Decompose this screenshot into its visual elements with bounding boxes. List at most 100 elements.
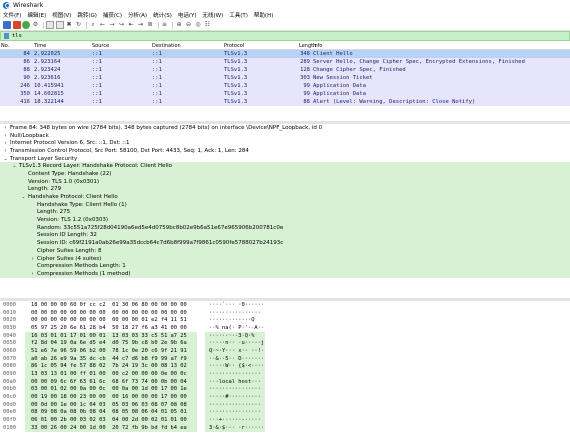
detail-tree-item[interactable]: Content Type: Handshake (22) (0, 170, 570, 178)
packet-row[interactable]: 88 2.923424::1::1 TLSv1.3 128 Change Cipher … (0, 66, 570, 74)
bytes-hex[interactable]: 00 00 09 6c 6f 63 61 6c 68 6f 73 74 00 0… (25, 377, 197, 386)
packet-row[interactable]: 350 14.602815::1::1 TLSv1.3 99 Application D… (0, 90, 570, 98)
bytes-ascii[interactable]: ·····#·········· (205, 393, 265, 401)
bytes-ascii[interactable]: ···+······-····· (205, 416, 265, 424)
packet-row[interactable]: 86 2.923164::1::1 TLSv1.3 289 Server Hello, … (0, 58, 570, 66)
column-header-destination[interactable]: Destination (150, 43, 222, 49)
column-header-info[interactable]: Info (312, 43, 570, 49)
menu-item-2[interactable]: 视图(V) (52, 11, 71, 19)
menu-item-4[interactable]: 捕获(C) (103, 11, 122, 19)
bytes-ascii[interactable]: Q·~·Y··· x·· ··!· (205, 347, 265, 355)
bytes-hex[interactable]: 00 00 00 00 00 00 00 00 00 00 00 01 e2 f… (25, 316, 197, 324)
expand-arrow-icon[interactable]: › (30, 256, 35, 262)
detail-tree-item[interactable]: › Frame 84: 348 bytes on wire (2784 bits)… (0, 124, 570, 132)
menu-item-1[interactable]: 编辑(E) (27, 11, 46, 19)
bytes-ascii[interactable]: ···local host··· (205, 377, 265, 386)
bytes-ascii[interactable]: ·········3·Q·% (205, 331, 265, 340)
detail-tree-item[interactable]: Session ID Length: 32 (0, 231, 570, 240)
collapse-arrow-icon[interactable]: ⌄ (3, 156, 8, 162)
detail-tree-item[interactable]: ⌄ TLSv1.3 Record Layer: Handshake Protoco… (0, 162, 570, 171)
bytes-hex[interactable]: 00 00 00 00 00 00 00 00 00 00 00 00 00 0… (25, 309, 197, 317)
bytes-hex[interactable]: 51 e6 7e 96 59 06 b2 00 78 1c 0e 20 c6 9… (25, 347, 197, 355)
detail-tree-item[interactable]: › Cipher Suites (4 suites) (0, 254, 570, 263)
resize-columns-icon[interactable]: ☷ (204, 21, 212, 29)
detail-tree-item[interactable]: › Compression Methods (1 method) (0, 270, 570, 278)
reload-icon[interactable]: ↻ (75, 21, 83, 29)
open-file-icon[interactable] (46, 21, 54, 29)
bytes-hex[interactable]: 03 00 01 02 00 0a 00 0c 00 0a 00 1d 00 1… (25, 385, 197, 394)
detail-tree-item[interactable]: › Null/Loopback (0, 132, 570, 140)
menu-item-8[interactable]: 无线(W) (203, 11, 224, 19)
bytes-hex[interactable]: 05 97 25 20 6e 61 28 b4 50 18 27 f6 a3 4… (25, 324, 197, 332)
bytes-ascii[interactable]: ················ (205, 309, 265, 317)
gear-icon[interactable]: ⚙ (32, 21, 40, 29)
autoscroll-icon[interactable]: ≣ (146, 21, 154, 29)
detail-tree-item[interactable]: Random: 33c551a725f28d04190a6ed5e4d0759b… (0, 223, 570, 232)
column-header-length[interactable]: Length (284, 43, 316, 49)
bytes-ascii[interactable]: ··&··5·· D······· (205, 354, 265, 363)
bytes-ascii[interactable]: 3·&·$··· ·r······ (205, 424, 265, 432)
menu-item-10[interactable]: 帮助(H) (254, 11, 273, 19)
save-icon[interactable] (55, 21, 64, 29)
forward-icon[interactable]: → (108, 21, 116, 29)
bytes-hex[interactable]: 13 03 13 01 00 ff 01 00 00 c2 00 00 00 0… (25, 370, 197, 378)
column-header-source[interactable]: Source (90, 43, 150, 49)
display-filter-bar[interactable] (0, 31, 570, 41)
bytes-ascii[interactable]: ··% na(· P·'··A·· (205, 324, 265, 332)
expand-arrow-icon[interactable]: › (3, 133, 8, 139)
menu-item-9[interactable]: 工具(T) (229, 11, 248, 19)
bytes-hex[interactable]: 18 00 00 00 60 0f cc c2 01 30 06 80 00 0… (25, 301, 197, 309)
bytes-hex[interactable]: 08 09 08 0a 08 0b 08 04 08 05 08 06 04 0… (25, 408, 197, 417)
bytes-ascii[interactable]: ················ (205, 408, 265, 417)
detail-tree-item[interactable]: › Transmission Control Protocol, Src Port… (0, 147, 570, 155)
detail-tree-item[interactable]: Session ID: c69f2191a0ab26e99a35dccb64c7… (0, 239, 570, 247)
bytes-hex[interactable]: f2 8d 04 19 0a 6e d5 e4 d0 75 9b c8 b0 2… (25, 339, 197, 348)
bytes-ascii[interactable]: ················ (205, 370, 265, 378)
bytes-ascii[interactable]: ·····n·· ·u·····j (205, 339, 265, 348)
detail-tree-item[interactable]: ⌄ Transport Layer Security (0, 155, 570, 163)
collapse-arrow-icon[interactable]: ⌄ (12, 163, 17, 169)
detail-tree-item[interactable]: Compression Methods Length: 1 (0, 262, 570, 271)
shark-fin-icon[interactable] (3, 21, 11, 29)
detail-tree-item[interactable]: Version: TLS 1.2 (0x0303) (0, 216, 570, 224)
bytes-ascii[interactable]: ················ (205, 385, 265, 394)
zoom-out-icon[interactable]: ⊖ (185, 21, 193, 29)
column-header-protocol[interactable]: Protocol (222, 43, 284, 49)
find-icon[interactable]: ⌕ (89, 21, 97, 29)
detail-tree-item[interactable]: Length: 275 (0, 208, 570, 217)
bytes-ascii[interactable]: ················ (205, 400, 265, 409)
back-icon[interactable]: ← (99, 21, 107, 29)
collapse-arrow-icon[interactable]: ⌄ (21, 194, 26, 200)
go-to-icon[interactable]: ↪ (118, 21, 126, 29)
bytes-hex[interactable]: 00 19 00 18 00 23 00 00 00 16 00 00 00 1… (25, 393, 197, 401)
packet-row[interactable]: 416 18.322144::1::1 TLSv1.3 88 Alert (Level:… (0, 98, 570, 106)
detail-tree-item[interactable]: Cipher Suites Length: 8 (0, 247, 570, 255)
menu-item-6[interactable]: 统计(S) (153, 11, 172, 19)
detail-tree-item[interactable]: › Internet Protocol Version 6, Src: ::1, … (0, 139, 570, 147)
detail-tree-item[interactable]: Handshake Type: Client Hello (1) (0, 200, 570, 209)
bytes-hex[interactable]: 06 01 00 2b 00 03 02 03 04 00 2d 00 02 0… (25, 416, 197, 424)
expand-arrow-icon[interactable]: › (3, 125, 8, 131)
expand-arrow-icon[interactable]: › (30, 271, 35, 277)
bytes-hex[interactable]: 00 0d 00 1e 00 1c 04 03 05 03 06 03 08 0… (25, 400, 197, 409)
restart-icon[interactable] (22, 21, 30, 29)
bytes-hex[interactable]: 16 03 01 01 17 01 00 01 13 03 03 33 c5 5… (25, 331, 197, 340)
packet-row[interactable]: 84 2.922025::1::1 TLSv1.3 348 Client Hello (0, 50, 570, 58)
stop-icon[interactable] (12, 21, 21, 29)
bytes-hex[interactable]: 86 1c 05 94 fe 57 88 02 7b 24 19 3c 00 0… (25, 362, 197, 371)
packet-row[interactable]: 246 10.415941::1::1 TLSv1.3 99 Application D… (0, 82, 570, 90)
last-icon[interactable]: ⇥ (137, 21, 145, 29)
bytes-hex[interactable]: a0 ab 26 e9 9a 35 dc cb 44 c7 d6 b8 f9 9… (25, 354, 197, 363)
expand-arrow-icon[interactable]: › (3, 148, 8, 154)
packet-row[interactable]: 90 2.923616::1::1 TLSv1.3 303 New Session Ti… (0, 74, 570, 82)
bookmark-filter-icon[interactable] (4, 33, 9, 39)
menu-item-3[interactable]: 跳转(G) (77, 11, 97, 19)
column-header-time[interactable]: Time (32, 43, 90, 49)
menu-item-0[interactable]: 文件(F) (3, 11, 21, 19)
close-file-icon[interactable]: ✖ (65, 21, 73, 29)
detail-tree-item[interactable]: Version: TLS 1.0 (0x0301) (0, 177, 570, 186)
column-header-no[interactable]: No. (0, 43, 32, 49)
first-icon[interactable]: ⇤ (127, 21, 135, 29)
bytes-hex[interactable]: 33 00 26 00 24 00 1d 00 20 72 fb 9b bd f… (25, 424, 197, 432)
detail-tree-item[interactable]: ⌄ Handshake Protocol: Client Hello (0, 193, 570, 201)
